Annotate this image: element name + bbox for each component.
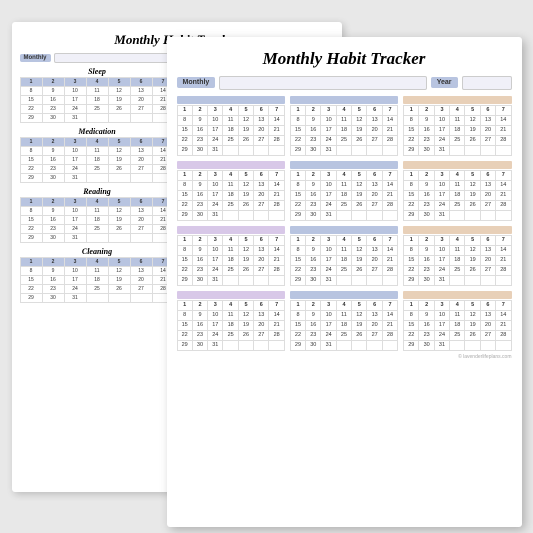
front-tracker-5: 1234567 891011121314 15161718192021 2223… [290,161,398,221]
tracker-reading: Reading 1234567 891011121314 15161718192… [20,187,175,243]
front-tracker-11-calendar: 1234567 891011121314 15161718192021 2223… [290,300,398,351]
container: Monthly Habit Tracker Monthly Sleep 1234… [12,12,522,522]
tracker-medication-title: Medication [20,127,175,136]
footer-text: © lavenderlifeplans.com [177,354,512,360]
front-tracker-4: 1234567 891011121314 15161718192021 2223… [177,161,285,221]
front-header-row: Monthly Year [177,76,512,90]
front-tracker-7: 1234567 891011121314 15161718192021 2223… [177,226,285,286]
front-page-title: Monthly Habit Tracker [177,49,512,69]
front-page: Monthly Habit Tracker Monthly Year 12345… [167,37,522,527]
back-monthly-label: Monthly [20,54,51,62]
front-tracker-4-bar [177,161,285,169]
front-monthly-label: Monthly [177,77,216,88]
front-tracker-9-bar [403,226,511,234]
front-tracker-12-bar [403,291,511,299]
tracker-medication: Medication 1234567 891011121314 15161718… [20,127,175,183]
front-tracker-7-calendar: 1234567 891011121314 15161718192021 2223… [177,235,285,286]
front-tracker-3-calendar: 1234567 891011121314 15161718192021 2223… [403,105,511,156]
front-tracker-10: 1234567 891011121314 15161718192021 2223… [177,291,285,351]
front-tracker-10-calendar: 1234567 891011121314 15161718192021 2223… [177,300,285,351]
front-tracker-11: 1234567 891011121314 15161718192021 2223… [290,291,398,351]
tracker-reading-title: Reading [20,187,175,196]
front-tracker-5-bar [290,161,398,169]
front-tracker-5-calendar: 1234567 891011121314 15161718192021 2223… [290,170,398,221]
front-year-input[interactable] [462,76,512,90]
tracker-sleep-title: Sleep [20,67,175,76]
front-tracker-9-calendar: 1234567 891011121314 15161718192021 2223… [403,235,511,286]
tracker-cleaning: Cleaning 1234567 891011121314 1516171819… [20,247,175,303]
front-tracker-4-calendar: 1234567 891011121314 15161718192021 2223… [177,170,285,221]
front-tracker-10-bar [177,291,285,299]
front-tracker-8: 1234567 891011121314 15161718192021 2223… [290,226,398,286]
front-tracker-3: 1234567 891011121314 15161718192021 2223… [403,96,511,156]
tracker-sleep: Sleep 1234567 891011121314 1516171819202… [20,67,175,123]
front-tracker-8-bar [290,226,398,234]
front-trackers-grid: 1234567 891011121314 15161718192021 2223… [177,96,512,351]
tracker-sleep-calendar: 1234567 891011121314 15161718192021 2223… [20,77,175,123]
front-tracker-1-calendar: 1234567 891011121314 15161718192021 2223… [177,105,285,156]
front-monthly-input[interactable] [219,76,426,90]
front-tracker-6-bar [403,161,511,169]
front-tracker-6: 1234567 891011121314 15161718192021 2223… [403,161,511,221]
front-tracker-8-calendar: 1234567 891011121314 15161718192021 2223… [290,235,398,286]
front-tracker-7-bar [177,226,285,234]
front-tracker-3-bar [403,96,511,104]
tracker-cleaning-calendar: 1234567 891011121314 15161718192021 2223… [20,257,175,303]
front-tracker-2: 1234567 891011121314 15161718192021 2223… [290,96,398,156]
front-tracker-6-calendar: 1234567 891011121314 15161718192021 2223… [403,170,511,221]
front-tracker-2-calendar: 1234567 891011121314 15161718192021 2223… [290,105,398,156]
tracker-medication-calendar: 1234567 891011121314 15161718192021 2223… [20,137,175,183]
front-tracker-2-bar [290,96,398,104]
front-tracker-1: 1234567 891011121314 15161718192021 2223… [177,96,285,156]
front-tracker-12-calendar: 1234567 891011121314 15161718192021 2223… [403,300,511,351]
tracker-reading-calendar: 1234567 891011121314 15161718192021 2223… [20,197,175,243]
front-tracker-11-bar [290,291,398,299]
front-tracker-9: 1234567 891011121314 15161718192021 2223… [403,226,511,286]
front-tracker-12: 1234567 891011121314 15161718192021 2223… [403,291,511,351]
tracker-cleaning-title: Cleaning [20,247,175,256]
front-tracker-1-bar [177,96,285,104]
front-year-label: Year [431,77,458,88]
